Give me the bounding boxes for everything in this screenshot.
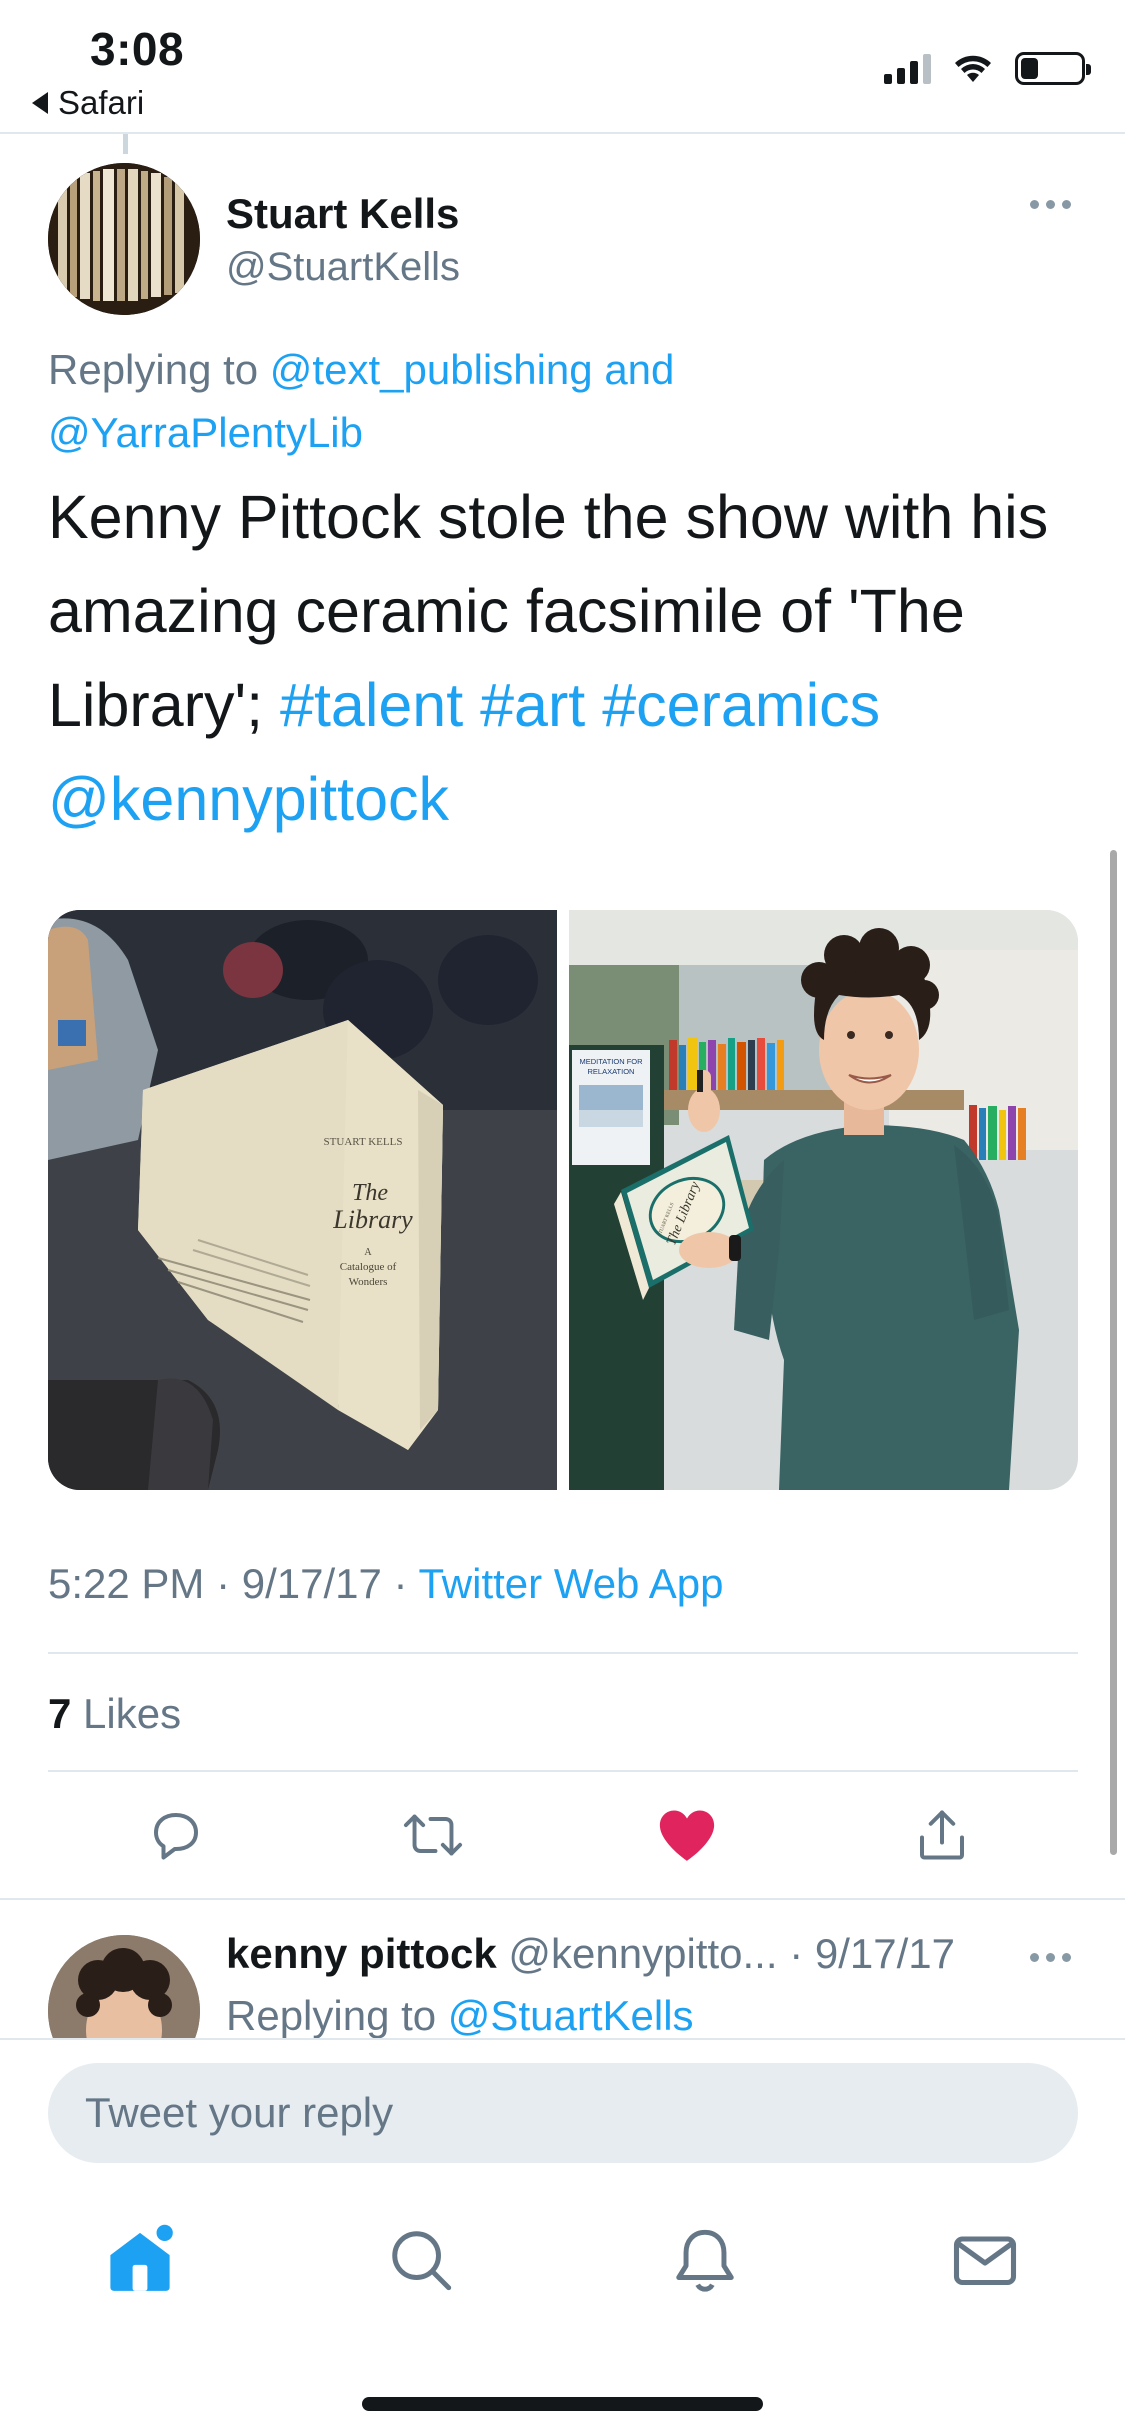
reply-mention-stuartkells[interactable]: @StuartKells	[448, 1992, 694, 2039]
author-name[interactable]: Stuart Kells	[226, 190, 459, 238]
reply-icon[interactable]	[136, 1795, 216, 1875]
notifications-icon[interactable]	[660, 2210, 750, 2310]
photo1-title-2: Library	[332, 1205, 413, 1234]
tweet-media: STUART KELLS The Library A Catalogue of …	[48, 910, 1078, 1490]
likes-divider	[48, 1770, 1078, 1772]
messages-icon[interactable]	[940, 2210, 1030, 2310]
back-to-safari-button[interactable]: Safari	[32, 84, 144, 122]
home-icon[interactable]	[95, 2210, 185, 2310]
photo1-subtitle-2: Catalogue of	[340, 1261, 397, 1273]
scrollbar[interactable]	[1110, 850, 1117, 1855]
author-avatar[interactable]	[48, 163, 200, 315]
replying-prefix: Replying to	[48, 346, 259, 393]
mention-kennypittock[interactable]: @kennypittock	[48, 765, 449, 833]
meta-divider	[48, 1652, 1078, 1654]
tweet-text: Kenny Pittock stole the show with his am…	[48, 470, 1088, 846]
photo1-title-1: The	[352, 1180, 388, 1206]
likes-label: Likes	[83, 1690, 182, 1737]
reply-replying-to: Replying to @StuartKells	[226, 1992, 694, 2040]
reply-author-name[interactable]: kenny pittock	[226, 1930, 497, 1977]
tweet-time: 5:22 PM	[48, 1560, 205, 1607]
thread-connector-line	[123, 134, 128, 154]
tab-bar	[0, 2210, 1125, 2330]
hashtag-art[interactable]: #art	[480, 671, 585, 739]
reply-author-handle[interactable]: @kennypitto...	[508, 1930, 777, 1977]
mention-yarra-plenty-lib[interactable]: @YarraPlentyLib	[48, 409, 363, 456]
header-divider	[0, 132, 1125, 134]
reply-header: kenny pittock @kennypitto... · 9/17/17	[226, 1930, 955, 1977]
bottom-panel: Tweet your reply	[0, 2038, 1125, 2436]
back-app-label: Safari	[58, 84, 145, 121]
cellular-signal-icon	[884, 53, 931, 84]
status-bar: 3:08 Safari	[0, 0, 1125, 132]
photo2-sign-1: MEDITATION FOR	[579, 1057, 643, 1066]
tweet-source[interactable]: Twitter Web App	[418, 1560, 723, 1607]
tweet-reply-input[interactable]: Tweet your reply	[48, 2063, 1078, 2163]
reply-date: 9/17/17	[814, 1930, 955, 1977]
likes-summary[interactable]: 7 Likes	[48, 1690, 181, 1738]
tweet-bottom-divider	[0, 1898, 1125, 1900]
more-options-icon[interactable]	[1030, 200, 1071, 209]
hashtag-ceramics[interactable]: #ceramics	[602, 671, 880, 739]
share-icon[interactable]	[902, 1795, 982, 1875]
photo1-subtitle-3: Wonders	[349, 1276, 388, 1288]
photo1-subtitle-1: A	[364, 1247, 372, 1258]
mention-text-publishing[interactable]: @text_publishing	[270, 346, 593, 393]
tweet-meta: 5:22 PM · 9/17/17 · Twitter Web App	[48, 1560, 724, 1607]
hashtag-talent[interactable]: #talent	[280, 671, 463, 739]
reply-replying-prefix: Replying to	[226, 1992, 437, 2039]
replying-and[interactable]: and	[604, 346, 674, 393]
photo-kenny-with-book[interactable]: MEDITATION FOR RELAXATION The Library ST…	[569, 910, 1078, 1490]
reply-more-options-icon[interactable]	[1030, 1953, 1071, 1962]
wifi-icon	[955, 55, 991, 82]
status-time: 3:08	[90, 23, 185, 75]
photo2-sign-2: RELAXATION	[588, 1067, 635, 1076]
photo-ceramic-book[interactable]: STUART KELLS The Library A Catalogue of …	[48, 910, 557, 1490]
retweet-icon[interactable]	[393, 1795, 473, 1875]
likes-count: 7	[48, 1690, 72, 1737]
tweet-date: 9/17/17	[241, 1560, 382, 1607]
status-icons	[884, 52, 1091, 85]
tweet-actions	[0, 1795, 1125, 1885]
home-indicator[interactable]	[362, 2397, 763, 2411]
back-arrow-icon	[32, 92, 48, 114]
author-handle[interactable]: @StuartKells	[226, 245, 460, 290]
replying-to-line: Replying to @text_publishing and @YarraP…	[48, 338, 1078, 464]
like-icon[interactable]	[647, 1795, 727, 1875]
battery-icon	[1015, 52, 1091, 85]
photo1-author: STUART KELLS	[324, 1136, 403, 1148]
search-icon[interactable]	[376, 2210, 466, 2310]
